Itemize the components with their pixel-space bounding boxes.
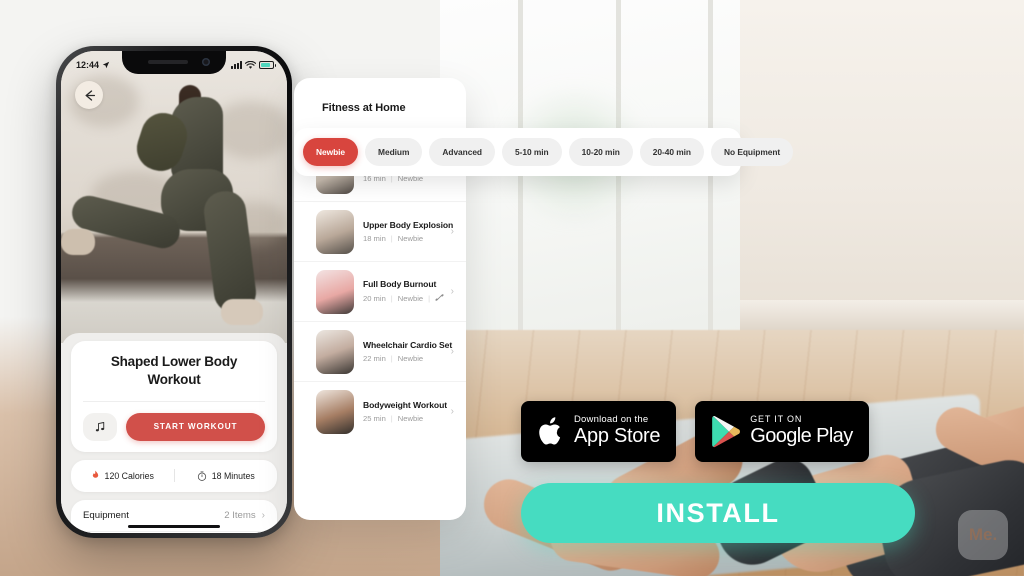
workout-meta: Upper Body Explosion 18 min | Newbie [363, 220, 454, 243]
status-bar-time: 12:44 [76, 60, 100, 70]
workout-list-item[interactable]: Wheelchair Cardio Set 22 min | Newbie › [294, 321, 466, 381]
workout-level: Newbie [397, 234, 424, 243]
flame-icon [92, 470, 98, 478]
workout-meta: Full Body Burnout 20 min | Newbie | [363, 279, 444, 304]
duration-stat: 18 Minutes [175, 471, 278, 481]
workout-duration: 25 min [363, 414, 386, 423]
wifi-icon [245, 60, 256, 69]
install-button[interactable]: INSTALL [521, 483, 915, 543]
calories-value: 120 Calories [104, 470, 154, 481]
panel-title: Fitness at Home [322, 102, 406, 114]
start-row: START WORKOUT [83, 400, 265, 441]
app-store-text: Download on the App Store [574, 413, 661, 448]
workout-list-item[interactable]: Full Body Burnout 20 min | Newbie | › [294, 261, 466, 321]
filter-chip[interactable]: No Equipment [710, 138, 794, 166]
chevron-right-icon: › [450, 286, 454, 297]
subtitle-separator: | [390, 414, 393, 423]
apple-logo-icon [539, 417, 561, 445]
workout-name: Upper Body Explosion [363, 220, 454, 230]
filter-chip[interactable]: Advanced [429, 138, 496, 166]
chevron-right-icon: › [450, 406, 454, 417]
subtitle-separator: | [390, 354, 393, 363]
workout-stats-card: 120 Calories 18 Minutes [71, 459, 278, 492]
subtitle-separator: | [390, 234, 393, 243]
workout-thumbnail [316, 269, 354, 314]
google-play-small-label: GET IT ON [750, 414, 803, 425]
workout-thumbnail [316, 389, 354, 434]
google-play-text: GET IT ON Google Play [750, 414, 853, 448]
filter-chip[interactable]: 5-10 min [502, 138, 562, 166]
phone-mockup: 12:44 Shaped Lower Body Workout START WO… [56, 46, 292, 538]
front-camera-icon [202, 58, 210, 66]
subtitle-separator: | [428, 294, 431, 303]
filter-chip[interactable]: 10-20 min [568, 138, 633, 166]
chevron-right-icon: › [450, 226, 454, 237]
chevron-right-icon: › [261, 509, 265, 521]
dumbbell-icon [435, 293, 444, 304]
workout-name: Wheelchair Cardio Set [363, 340, 453, 350]
music-button[interactable] [83, 412, 117, 441]
store-badges: Download on the App Store GET IT ON Goog… [521, 401, 869, 462]
app-store-small-label: Download on the [574, 413, 649, 425]
cellular-signal-icon [231, 61, 242, 69]
workout-thumbnail [316, 329, 354, 374]
app-store-badge[interactable]: Download on the App Store [521, 401, 677, 462]
workout-subtitle: 22 min | Newbie [363, 354, 442, 363]
workout-list-item[interactable]: Bodyweight Workout 25 min | Newbie › [294, 381, 466, 441]
workout-duration: 22 min [363, 354, 386, 363]
phone-notch [122, 51, 226, 74]
equipment-label: Equipment [83, 509, 129, 521]
workout-title-card: Shaped Lower Body Workout START WORKOUT [71, 341, 277, 452]
workout-list-item[interactable]: Upper Body Explosion 18 min | Newbie › [294, 201, 466, 261]
workout-meta: Bodyweight Workout 25 min | Newbie [363, 400, 447, 423]
music-note-icon [95, 421, 105, 431]
workout-name: Bodyweight Workout [363, 400, 447, 410]
filter-chip[interactable]: 20-40 min [639, 138, 704, 166]
back-arrow-icon [85, 89, 95, 101]
workout-thumbnail [316, 209, 354, 254]
phone-screen: 12:44 Shaped Lower Body Workout START WO… [61, 51, 287, 533]
workout-duration: 20 min [363, 294, 386, 303]
location-arrow-icon [102, 61, 110, 69]
equipment-value-group: 2 Items › [224, 510, 265, 521]
equipment-value: 2 Items [224, 509, 256, 521]
workout-level: Newbie [397, 414, 424, 423]
workout-name: Full Body Burnout [363, 279, 437, 289]
workout-list: Full Body Set16 min|Newbie›Upper Body Ex… [294, 141, 466, 441]
back-button[interactable] [75, 81, 103, 109]
google-play-big-label: Google Play [750, 424, 853, 447]
detail-row-focus-zones[interactable]: Focus Zones Full Body › [83, 530, 265, 533]
calories-stat: 120 Calories [71, 470, 174, 481]
workout-meta: Wheelchair Cardio Set 22 min | Newbie [363, 340, 453, 363]
workout-subtitle: 20 min | Newbie | [363, 293, 444, 304]
filter-chips-bar: Newbie Medium Advanced 5-10 min 10-20 min 20-… [294, 128, 794, 176]
duration-value: 18 Minutes [211, 470, 255, 481]
brand-watermark: Me. [958, 510, 1008, 560]
stopwatch-icon [197, 471, 206, 481]
google-play-icon [712, 416, 741, 448]
workout-subtitle: 18 min | Newbie [363, 234, 442, 243]
start-workout-button[interactable]: START WORKOUT [126, 412, 265, 441]
earpiece-speaker [148, 60, 188, 64]
app-store-big-label: App Store [574, 425, 661, 448]
workout-level: Newbie [397, 354, 424, 363]
workout-detail-sheet: Shaped Lower Body Workout START WORKOUT [61, 333, 287, 533]
google-play-badge[interactable]: GET IT ON Google Play [695, 401, 869, 462]
page-title: Shaped Lower Body Workout [110, 354, 238, 387]
filter-chip[interactable]: Medium [365, 138, 423, 166]
filter-chip[interactable]: Newbie [303, 138, 359, 166]
subtitle-separator: | [390, 294, 393, 303]
workout-subtitle: 25 min | Newbie [363, 414, 442, 423]
battery-icon [259, 61, 276, 69]
workout-level: Newbie [397, 294, 424, 303]
chevron-right-icon: › [450, 346, 454, 357]
home-indicator [128, 524, 220, 528]
workout-duration: 18 min [363, 234, 386, 243]
